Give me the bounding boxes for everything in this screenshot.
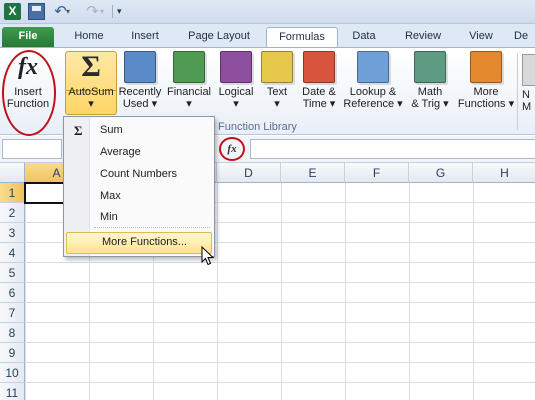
save-icon[interactable] xyxy=(28,3,45,20)
row-header-7[interactable]: 7 xyxy=(0,303,25,323)
undo-dropdown-icon[interactable]: ▾ xyxy=(66,3,83,20)
financial-button[interactable]: Financial ▾ xyxy=(165,51,213,110)
column-header-h[interactable]: H xyxy=(473,163,535,183)
menu-item-more-functions-label: More Functions... xyxy=(102,236,187,248)
row-headers: 1 2 3 4 5 6 7 8 9 10 11 xyxy=(0,183,25,400)
math-trig-label-1: Math xyxy=(417,86,443,98)
tab-insert[interactable]: Insert xyxy=(119,27,171,47)
sigma-small-icon: Σ xyxy=(74,123,83,138)
logical-button[interactable]: Logical ▾ xyxy=(215,51,257,110)
logical-icon xyxy=(220,51,252,83)
logical-label: Logical xyxy=(218,86,254,98)
math-trig-icon xyxy=(414,51,446,83)
more-functions-icon xyxy=(470,51,502,83)
row-header-10[interactable]: 10 xyxy=(0,363,25,383)
tab-home[interactable]: Home xyxy=(62,27,116,47)
financial-arrow: ▾ xyxy=(186,98,192,110)
quick-access-toolbar: X ↶ ▾ ↷ ▾ ▾ xyxy=(0,0,535,24)
recently-used-label-1: Recently xyxy=(118,86,162,98)
lookup-reference-label-2: Reference ▾ xyxy=(343,98,403,110)
function-library-group-label: Function Library xyxy=(218,121,297,133)
text-button[interactable]: Text ▾ xyxy=(259,51,295,110)
row-header-2[interactable]: 2 xyxy=(0,203,25,223)
menu-item-min-label: Min xyxy=(100,211,118,223)
row-header-6[interactable]: 6 xyxy=(0,283,25,303)
menu-item-average[interactable]: Average xyxy=(65,142,213,163)
select-all-corner[interactable] xyxy=(0,163,25,183)
menu-item-sum-label: Sum xyxy=(100,124,123,136)
fx-annotation xyxy=(219,137,245,161)
name-manager-label-1: N xyxy=(522,89,530,101)
ribbon-tabs: File Home Insert Page Layout Formulas Da… xyxy=(0,24,535,47)
qat-divider xyxy=(112,5,113,18)
math-trig-button[interactable]: Math & Trig ▾ xyxy=(405,51,455,110)
formula-input[interactable] xyxy=(250,139,535,159)
more-functions-ribbon-button[interactable]: More Functions ▾ xyxy=(457,51,515,110)
sigma-icon: Σ xyxy=(81,50,101,83)
logical-arrow: ▾ xyxy=(233,98,239,110)
ribbon-group-divider xyxy=(517,54,518,130)
text-arrow: ▾ xyxy=(274,98,280,110)
menu-separator xyxy=(94,227,210,228)
redo-dropdown-icon: ▾ xyxy=(100,7,105,16)
row-header-8[interactable]: 8 xyxy=(0,323,25,343)
menu-item-min[interactable]: Min xyxy=(65,207,213,228)
text-icon xyxy=(261,51,293,83)
row-header-11[interactable]: 11 xyxy=(0,383,25,400)
autosum-button[interactable]: Σ AutoSum ▾ xyxy=(65,50,117,111)
column-header-f[interactable]: F xyxy=(345,163,409,183)
name-box[interactable] xyxy=(2,139,62,159)
math-trig-label-2: & Trig ▾ xyxy=(411,98,449,110)
menu-item-more-functions[interactable]: More Functions... xyxy=(66,232,212,254)
lookup-reference-icon xyxy=(357,51,389,83)
name-manager-icon xyxy=(522,54,535,86)
autosum-dropdown-menu: Σ Sum Average Count Numbers Max Min More… xyxy=(63,116,215,257)
tab-view[interactable]: View xyxy=(458,27,504,47)
excel-logo-icon[interactable]: X xyxy=(4,3,21,20)
name-manager-button-partial[interactable]: N M xyxy=(522,54,535,113)
more-functions-label-1: More xyxy=(473,86,499,98)
column-header-d[interactable]: D xyxy=(217,163,281,183)
tab-page-layout[interactable]: Page Layout xyxy=(176,27,262,47)
row-header-3[interactable]: 3 xyxy=(0,223,25,243)
financial-label: Financial xyxy=(166,86,212,98)
text-label: Text xyxy=(266,86,288,98)
row-header-1[interactable]: 1 xyxy=(0,183,25,203)
recently-used-icon xyxy=(124,51,156,83)
row-header-4[interactable]: 4 xyxy=(0,243,25,263)
tab-data[interactable]: Data xyxy=(342,27,386,47)
menu-item-sum[interactable]: Σ Sum xyxy=(65,120,213,141)
menu-item-max-label: Max xyxy=(100,190,121,202)
date-time-label-1: Date & xyxy=(302,86,336,98)
menu-item-average-label: Average xyxy=(100,146,141,158)
lookup-reference-label-1: Lookup & xyxy=(349,86,397,98)
tab-review[interactable]: Review xyxy=(395,27,451,47)
insert-function-annotation xyxy=(2,50,56,136)
menu-item-count-numbers[interactable]: Count Numbers xyxy=(65,164,213,185)
customize-qat-icon[interactable]: ▾ xyxy=(117,3,134,20)
lookup-reference-button[interactable]: Lookup & Reference ▾ xyxy=(343,51,403,110)
autosum-dropdown-arrow[interactable]: ▾ xyxy=(65,98,117,110)
name-manager-label-2: M xyxy=(522,101,532,113)
menu-item-count-numbers-label: Count Numbers xyxy=(100,168,178,180)
autosum-label: AutoSum xyxy=(68,86,114,98)
menu-item-max[interactable]: Max xyxy=(65,186,213,207)
row-header-5[interactable]: 5 xyxy=(0,263,25,283)
more-functions-label-2: Functions ▾ xyxy=(457,98,515,110)
recently-used-button[interactable]: Recently Used ▾ xyxy=(117,51,163,110)
redo-icon: ↷ xyxy=(86,3,99,20)
financial-icon xyxy=(173,51,205,83)
tab-developer[interactable]: De xyxy=(514,27,535,47)
date-time-button[interactable]: Date & Time ▾ xyxy=(297,51,341,110)
column-header-g[interactable]: G xyxy=(409,163,473,183)
date-time-icon xyxy=(303,51,335,83)
column-header-e[interactable]: E xyxy=(281,163,345,183)
tab-formulas[interactable]: Formulas xyxy=(266,27,338,47)
date-time-label-2: Time ▾ xyxy=(302,98,336,110)
tab-file[interactable]: File xyxy=(2,27,54,47)
row-header-9[interactable]: 9 xyxy=(0,343,25,363)
recently-used-label-2: Used ▾ xyxy=(122,98,158,110)
